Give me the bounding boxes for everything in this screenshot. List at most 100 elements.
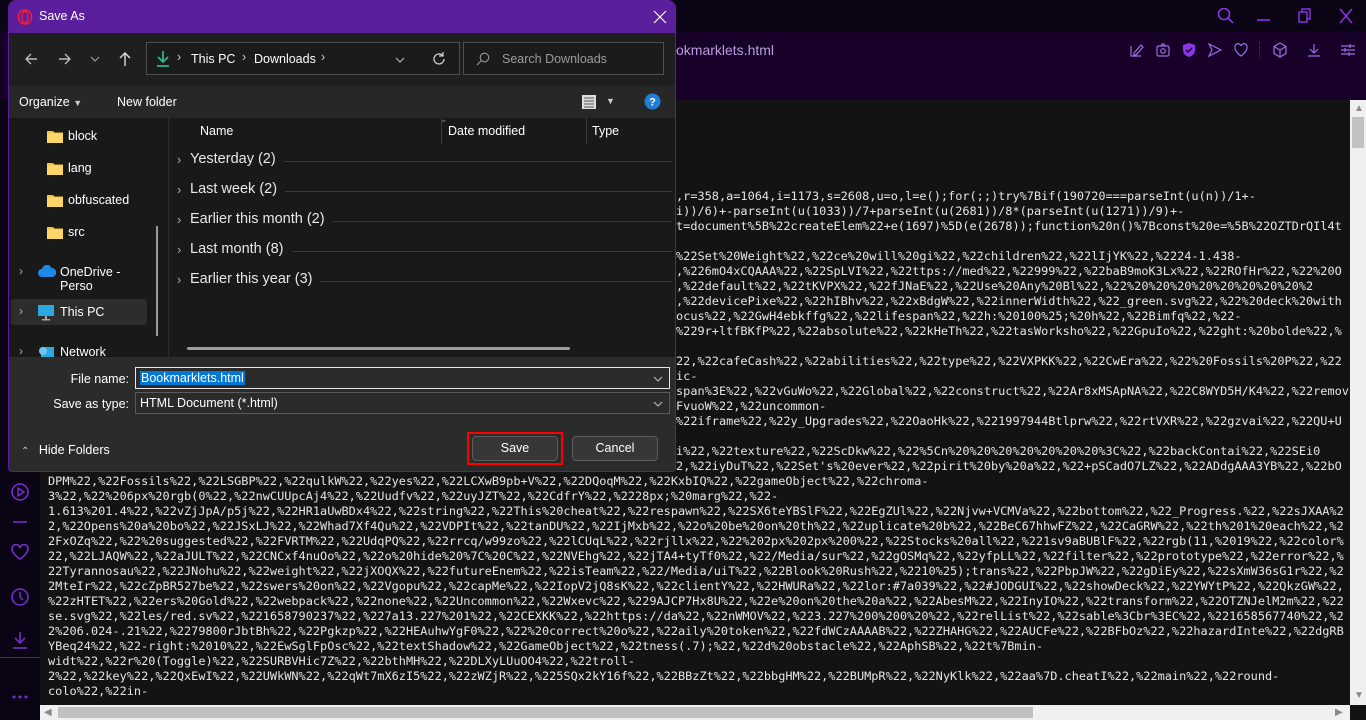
column-divider[interactable] <box>586 118 587 144</box>
vertical-scroll-thumb[interactable] <box>1352 117 1364 148</box>
nav-item-label: obfuscated <box>68 193 130 207</box>
group-label: Yesterday (2) <box>190 151 284 167</box>
save-as-type-select[interactable]: HTML Document (*.html) <box>135 392 670 414</box>
folder-icon <box>47 129 63 146</box>
edit-snapshot-icon[interactable] <box>1129 42 1145 58</box>
nav-item-label: src <box>68 225 85 239</box>
recent-locations-chevron-icon[interactable] <box>89 53 101 65</box>
breadcrumb-downloads[interactable]: Downloads <box>254 52 316 66</box>
horizontal-scroll-thumb[interactable] <box>58 707 1033 718</box>
vpn-shield-icon[interactable] <box>1181 42 1197 58</box>
dialog-toolbar: Organize ▼ New folder ▼ ? <box>9 86 675 118</box>
help-icon[interactable]: ? <box>644 93 661 110</box>
download-icon[interactable] <box>1306 42 1322 58</box>
download-icon[interactable] <box>10 630 30 650</box>
toolbar-divider <box>1259 42 1260 58</box>
new-folder-button[interactable]: New folder <box>117 95 177 109</box>
scroll-down-icon[interactable]: ▼ <box>1354 690 1364 701</box>
expand-chevron-icon[interactable]: › <box>19 264 23 278</box>
expand-chevron-icon[interactable]: › <box>177 272 181 287</box>
close-icon[interactable] <box>1336 6 1356 26</box>
chevron-down-icon: ▼ <box>73 98 83 108</box>
nav-item-lang[interactable]: lang <box>11 155 147 181</box>
code-line: 1.613%201.4%22,%22vZjJpA/p5j%22,%22HR1aU… <box>48 504 1344 518</box>
group-label: Earlier this month (2) <box>190 211 333 227</box>
nav-item-this-pc[interactable]: › This PC <box>11 299 147 325</box>
save-as-type-label: Save as type: <box>53 397 129 411</box>
camera-icon[interactable] <box>1155 42 1171 58</box>
nav-item-label: OneDrive - Perso <box>60 265 121 293</box>
page-title: okmarklets.html <box>676 42 775 58</box>
forward-arrow-icon[interactable] <box>57 51 73 67</box>
sort-chevron-icon: ⌄ <box>440 114 448 124</box>
nav-item-block[interactable]: block <box>11 123 147 149</box>
expand-chevron-icon[interactable]: › <box>177 212 181 227</box>
file-name-label: File name: <box>70 372 129 386</box>
more-icon[interactable] <box>10 687 30 707</box>
player-icon[interactable] <box>10 482 30 502</box>
file-name-value: Bookmarklets.html <box>140 371 245 385</box>
search-icon[interactable] <box>1216 6 1236 26</box>
send-icon[interactable] <box>1207 42 1223 58</box>
minus-icon[interactable] <box>10 512 30 532</box>
scroll-right-icon[interactable]: ▶ <box>1335 707 1343 718</box>
back-arrow-icon[interactable] <box>23 51 39 67</box>
easy-setup-icon[interactable] <box>1340 42 1356 58</box>
file-name-input[interactable]: Bookmarklets.html <box>135 367 670 389</box>
file-group[interactable]: › Last week (2) <box>177 180 672 202</box>
code-line: 2%206.024-.21%22,%2279800rJbtBh%22,%22Pg… <box>48 624 1344 638</box>
file-group[interactable]: › Last month (8) <box>177 240 672 262</box>
nav-pane-scroll-thumb[interactable] <box>156 226 158 336</box>
expand-chevron-icon[interactable]: › <box>19 344 23 358</box>
heart-icon[interactable] <box>10 542 30 562</box>
chevron-down-icon[interactable] <box>653 399 663 409</box>
minimize-icon[interactable] <box>1254 6 1274 26</box>
view-options-chevron-icon[interactable]: ▼ <box>606 96 615 106</box>
view-list-icon[interactable] <box>581 94 597 110</box>
hide-folders-button[interactable]: ⌃ Hide Folders <box>21 443 110 457</box>
file-group[interactable]: › Earlier this month (2) <box>177 210 672 232</box>
expand-chevron-icon[interactable]: › <box>177 152 181 167</box>
vertical-scrollbar[interactable]: ▲ ▼ <box>1350 100 1366 705</box>
history-clock-icon[interactable] <box>10 587 30 607</box>
horizontal-scroll-thumb[interactable] <box>187 347 570 350</box>
search-input[interactable]: Search Downloads <box>463 42 664 75</box>
code-line: 3%22,%22%206px%20rgb(0%22,%22nwCUUpcAj4%… <box>48 489 779 503</box>
column-header-row: Name ⌄ Date modified Type <box>169 114 675 144</box>
dialog-title-bar: Save As <box>9 1 675 33</box>
nav-item-obfuscated[interactable]: obfuscated <box>11 187 147 213</box>
cancel-button[interactable]: Cancel <box>572 436 658 461</box>
nav-item-src[interactable]: src <box>11 219 147 245</box>
breadcrumb-this-pc[interactable]: This PC <box>191 52 235 66</box>
up-arrow-icon[interactable] <box>117 50 133 68</box>
code-line: YBeq24%22,%22-right:%2010%22,%22EwSglFpO… <box>48 639 1044 653</box>
save-options-panel: File name: Bookmarklets.html Save as typ… <box>9 357 675 471</box>
refresh-icon[interactable] <box>431 51 447 67</box>
file-group[interactable]: › Earlier this year (3) <box>177 270 672 292</box>
computer-icon <box>38 305 54 324</box>
address-breadcrumb[interactable]: › This PC › Downloads › <box>146 42 460 75</box>
expand-chevron-icon[interactable]: › <box>177 182 181 197</box>
code-line: widt%22,%22r%20(Toggle)%22,%22SURBVHic7Z… <box>48 654 636 668</box>
column-date-modified[interactable]: Date modified <box>448 124 525 138</box>
chevron-down-icon[interactable] <box>395 55 405 65</box>
dialog-title: Save As <box>39 9 85 23</box>
expand-chevron-icon[interactable]: › <box>19 304 23 318</box>
expand-chevron-icon[interactable]: › <box>177 242 181 257</box>
scroll-up-icon[interactable]: ▲ <box>1354 103 1364 114</box>
file-group[interactable]: › Yesterday (2) <box>177 150 672 172</box>
navigation-pane: block lang obfuscated src › OneDrive - Perso ›… <box>9 118 167 359</box>
scroll-left-icon[interactable]: ◀ <box>44 707 52 718</box>
close-icon[interactable] <box>653 10 667 24</box>
restore-icon[interactable] <box>1294 6 1314 26</box>
heart-icon[interactable] <box>1233 42 1249 58</box>
nav-item-onedrive-perso[interactable]: › OneDrive - Perso <box>11 259 147 293</box>
save-button[interactable]: Save <box>472 436 558 461</box>
column-type[interactable]: Type <box>592 124 619 138</box>
cube-icon[interactable] <box>1272 42 1288 58</box>
chevron-down-icon[interactable] <box>653 374 663 384</box>
organize-button[interactable]: Organize ▼ <box>19 95 82 109</box>
nav-item-label: This PC <box>60 305 105 319</box>
column-name[interactable]: Name <box>200 124 233 138</box>
breadcrumb-separator[interactable]: › <box>321 50 325 64</box>
